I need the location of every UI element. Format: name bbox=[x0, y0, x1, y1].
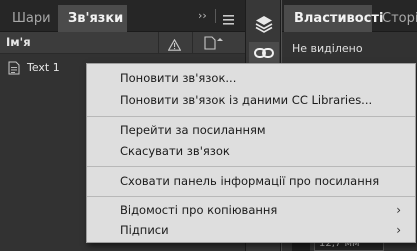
menu-item-label: Поновити зв'язок... bbox=[120, 71, 237, 85]
menu-item-label: Відомості про копіювання bbox=[120, 203, 278, 217]
link-name: Text 1 bbox=[27, 61, 60, 74]
submenu-arrow-icon: › bbox=[396, 223, 401, 237]
menu-item-label: Перейти за посиланням bbox=[120, 123, 266, 137]
collapse-panel-icon[interactable]: ›› bbox=[198, 9, 207, 22]
column-header-row: Ім'я bbox=[0, 32, 245, 54]
column-divider bbox=[192, 32, 193, 54]
menu-item-relink-cc-libraries[interactable]: Поновити зв'язок із даними CC Libraries.… bbox=[87, 90, 415, 110]
tab-layers[interactable]: Шари bbox=[2, 5, 61, 32]
text-document-icon bbox=[8, 60, 20, 79]
submenu-arrow-icon: › bbox=[396, 203, 401, 217]
tab-properties[interactable]: Властивості bbox=[284, 5, 383, 32]
menu-item-label: Поновити зв'язок із даними CC Libraries.… bbox=[120, 93, 373, 107]
right-tab-bar: Властивості Сторін bbox=[282, 0, 417, 32]
links-panel-button[interactable] bbox=[249, 42, 279, 64]
layers-icon[interactable] bbox=[254, 14, 274, 38]
tab-links[interactable]: Зв'язки bbox=[58, 5, 127, 32]
column-divider bbox=[158, 32, 159, 54]
warning-icon[interactable] bbox=[167, 36, 182, 55]
link-chain-icon bbox=[254, 48, 274, 58]
menu-item-relink[interactable]: Поновити зв'язок... bbox=[87, 68, 415, 88]
panel-menu-icon[interactable] bbox=[223, 10, 234, 25]
tab-pages[interactable]: Сторін bbox=[372, 5, 417, 32]
column-header-name[interactable]: Ім'я bbox=[6, 35, 31, 49]
menu-item-captions[interactable]: Підписи › bbox=[87, 220, 415, 240]
menu-item-go-to-link[interactable]: Перейти за посиланням bbox=[87, 120, 415, 140]
menu-item-label: Скасувати зв'язок bbox=[120, 144, 230, 158]
menu-separator bbox=[87, 196, 415, 197]
context-menu: Поновити зв'язок... Поновити зв'язок із … bbox=[86, 63, 416, 243]
menu-separator bbox=[87, 116, 415, 117]
menu-item-label: Сховати панель інформації про посилання bbox=[120, 174, 380, 188]
menu-item-hide-link-info[interactable]: Сховати панель інформації про посилання bbox=[87, 171, 415, 191]
tabbar-divider bbox=[215, 9, 216, 23]
menu-separator bbox=[87, 166, 415, 167]
menu-item-copy-info[interactable]: Відомості про копіювання › bbox=[87, 200, 415, 220]
menu-item-unlink[interactable]: Скасувати зв'язок bbox=[87, 141, 415, 161]
page-column-icon[interactable] bbox=[204, 35, 224, 54]
left-tab-bar: Шари Зв'язки ›› bbox=[0, 0, 245, 32]
selection-status: Не виділено bbox=[292, 42, 363, 55]
menu-item-label: Підписи bbox=[120, 223, 169, 237]
